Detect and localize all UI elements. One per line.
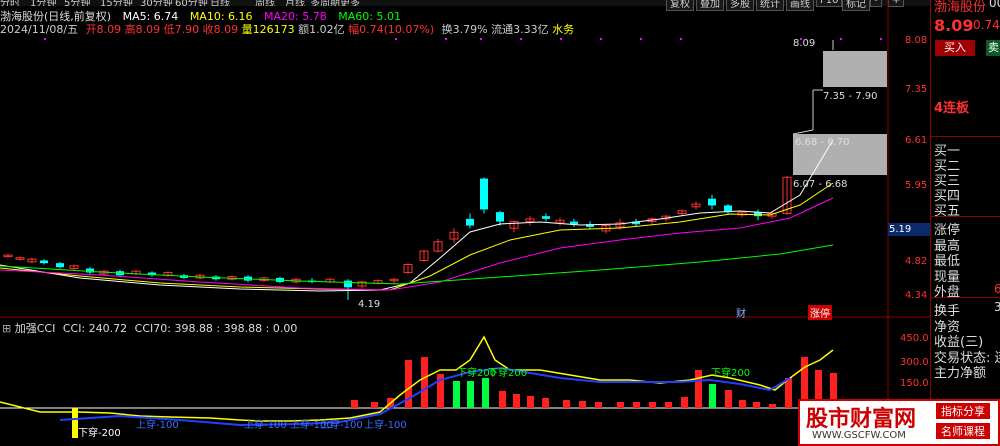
cci70-value: CCI70: 398.88 : 398.88 : 0.00 (134, 322, 298, 335)
zhangting-tag[interactable]: 涨停 (808, 305, 832, 320)
cci-bar (421, 357, 428, 408)
candle-body (344, 280, 352, 288)
box-top-annotation: 7.35 - 7.90 (823, 91, 878, 102)
cci-tick-label: 150.0 (900, 378, 929, 389)
candle-body (708, 198, 716, 206)
price-tick-label: 8.08 (905, 35, 928, 46)
panel-divider-3 (931, 297, 1000, 298)
price-tick-label: 4.82 (905, 256, 928, 267)
expand-icon[interactable]: ⊞ (2, 322, 11, 335)
outer-value: 6 (994, 282, 1000, 296)
signal-dot (480, 38, 482, 40)
price-tick-label: 6.61 (905, 135, 928, 146)
candle-body (466, 218, 474, 226)
cci-bar (527, 396, 534, 408)
ma5-line (0, 139, 834, 292)
cci-signal-label: 上穿-100 (136, 420, 179, 431)
signal-dot (520, 38, 522, 40)
candle-body (542, 216, 550, 219)
signal-dot (640, 38, 642, 40)
price-tick-label: 5.95 (905, 180, 928, 191)
watermark-tag1: 指标分享 (936, 403, 990, 419)
cci-bar (681, 397, 688, 408)
cci-signal-label: 下穿200 (488, 368, 528, 379)
high-annotation: 8.09 (793, 38, 816, 49)
price-tick-label: 4.34 (905, 290, 928, 301)
cci-bar (695, 370, 702, 408)
stock-name: 渤海股份 (934, 0, 987, 15)
signal-dot (445, 38, 447, 40)
cci-bar (563, 400, 570, 408)
cci-bar (595, 402, 602, 408)
candle-body (56, 263, 64, 268)
stock-code-fragment: 00 (989, 0, 1000, 10)
last-price: 8.09 (934, 16, 974, 35)
cci-bar (371, 402, 378, 408)
low-annotation: 4.19 (358, 299, 381, 310)
cci-bar (499, 391, 506, 408)
cci-bar (739, 400, 746, 408)
quote-panel: 渤海股份 00 8.09 0.74 买入 卖出 4连板 买一买二买三买四买五 涨… (930, 0, 1000, 446)
cci-bar (785, 378, 792, 408)
cci-bar (513, 394, 520, 408)
cci-signal-label: 下穿-200 (78, 428, 121, 439)
panel-divider-2 (931, 216, 1000, 217)
buy-button[interactable]: 买入 (935, 40, 975, 56)
panel-divider (931, 136, 1000, 137)
signal-dot (840, 38, 842, 40)
cci-bar (633, 402, 640, 408)
signal-dot (880, 38, 882, 40)
cci-bar (482, 378, 489, 408)
cci-bar (769, 404, 776, 408)
cci-bar (579, 401, 586, 408)
box-low-annotation: 6.07 - 6.68 (793, 179, 848, 190)
candle-body (40, 260, 48, 264)
cci-bar (617, 402, 624, 408)
watermark-url: WWW.GSCFW.COM (812, 430, 906, 441)
cci-value: CCI: 240.72 (62, 322, 128, 335)
streak-label: 4连板 (934, 101, 970, 116)
sell-button[interactable]: 卖出 (986, 40, 1000, 56)
signal-dot (44, 38, 46, 40)
indicator-header: ⊞ 加强CCI CCI: 240.72 CCI70: 398.88 : 398.… (2, 320, 297, 336)
cci-tick-label: 450.0 (900, 333, 929, 344)
box-mid-annotation: 6.68 - 6.70 (795, 137, 850, 148)
price-change: 0.74 (973, 18, 1000, 32)
cci-bar (665, 402, 672, 408)
cci-bar (351, 400, 358, 408)
candle-body (480, 178, 488, 210)
ma20-line (0, 197, 834, 291)
price-tick-label: 7.35 (905, 84, 928, 95)
cci-tick-label: 300.0 (900, 357, 929, 368)
candle-body (570, 221, 578, 225)
cci-signal-label: 上穿-100 (364, 420, 407, 431)
watermark-tag2: 名师课程 (936, 423, 990, 439)
kline-chart[interactable] (0, 0, 930, 446)
connector-line (792, 129, 814, 135)
cci-signal-label: 下穿200 (711, 368, 751, 379)
price-marker: 5.19 (888, 223, 931, 236)
cci-signal-label: 上穿-100 (320, 420, 363, 431)
cci-bar (753, 402, 760, 408)
candle-body (496, 212, 504, 222)
cci-bar (467, 381, 474, 408)
quote-field-label: 主力净额 (934, 366, 987, 381)
cci-bar (542, 398, 549, 408)
signal-dot (600, 38, 602, 40)
turnover-value: 3 (994, 300, 1000, 314)
signal-dot (560, 38, 562, 40)
cci-signal-label: 上穿-100 (244, 420, 287, 431)
signal-dot (680, 38, 682, 40)
cci-bar (649, 402, 656, 408)
signal-dot (395, 38, 397, 40)
watermark: 股市财富网 WWW.GSCFW.COM 指标分享 名师课程 (798, 399, 1000, 446)
watermark-site: 股市财富网 (806, 406, 917, 432)
cci-bar (453, 381, 460, 408)
resistance-box (823, 51, 887, 87)
cci-bar (725, 390, 732, 408)
cai-tag[interactable]: 财 (736, 305, 746, 320)
indicator-title[interactable]: 加强CCI (15, 322, 56, 335)
cci-bar (709, 384, 716, 408)
